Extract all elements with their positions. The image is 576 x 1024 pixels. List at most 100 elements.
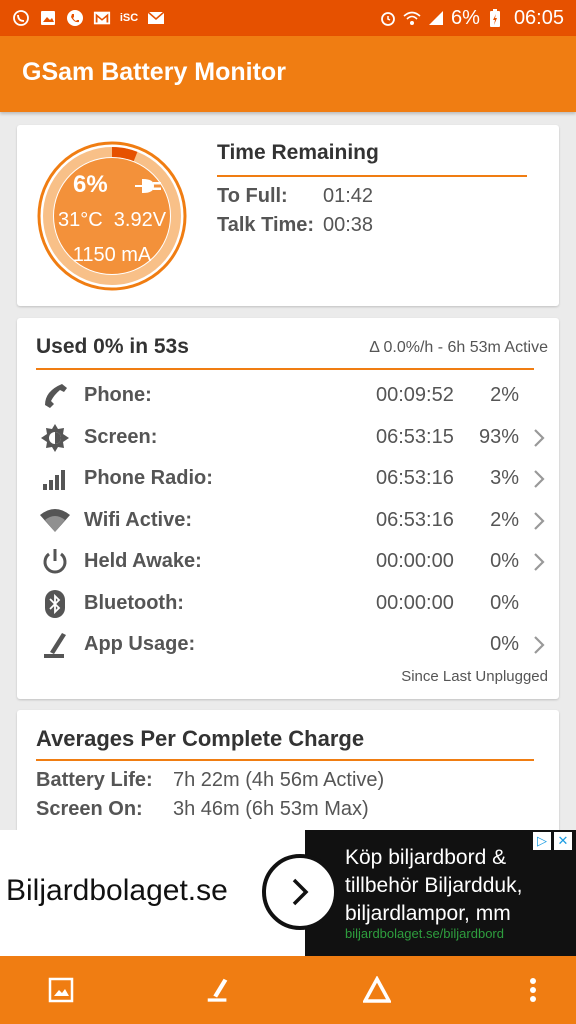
battery-percent: 6% xyxy=(451,6,480,29)
clock: 06:05 xyxy=(513,6,564,29)
usage-label: Phone Radio: xyxy=(84,467,213,489)
usage-label: Screen: xyxy=(84,426,158,448)
usage-footer: Since Last Unplugged xyxy=(401,668,548,685)
screen-on-value: 3h 46m (6h 53m Max) xyxy=(173,798,369,820)
to-full-row: To Full: 01:42 xyxy=(217,185,373,208)
usage-percent: 2% xyxy=(490,384,519,406)
time-remaining-title: Time Remaining xyxy=(217,141,379,164)
screen-on-row: Screen On: 3h 46m (6h 53m Max) xyxy=(36,798,369,821)
ad-choices-icon[interactable]: ▷ xyxy=(533,832,551,850)
usage-time: 06:53:15 xyxy=(376,426,454,448)
ad-text[interactable]: Köp biljardbord & tillbehör Biljardduk, … xyxy=(345,844,545,928)
usage-time: 06:53:16 xyxy=(376,509,454,531)
usage-row-phone[interactable]: Phone: 00:09:52 2% xyxy=(17,376,559,416)
battery-life-row: Battery Life: 7h 22m (4h 56m Active) xyxy=(36,769,384,792)
status-bar: iSC 6% 06:05 xyxy=(0,0,576,36)
gallery-icon xyxy=(39,9,57,27)
time-remaining-card[interactable]: 6% 31°C 3.92V 1150 mA Time Remaining To … xyxy=(17,125,559,306)
usage-percent: 0% xyxy=(490,592,519,614)
mail-icon xyxy=(147,9,165,27)
chevron-right-icon[interactable] xyxy=(530,468,548,490)
power-icon xyxy=(39,546,71,578)
notification-icons: iSC xyxy=(12,9,165,27)
usage-row-app-usage[interactable]: App Usage: 0% xyxy=(17,625,559,665)
phone-icon xyxy=(66,9,84,27)
usage-label: Bluetooth: xyxy=(84,592,184,614)
battery-life-label: Battery Life: xyxy=(36,769,153,791)
isc-icon: iSC xyxy=(119,12,139,24)
talk-time-label: Talk Time: xyxy=(217,214,315,236)
usage-row-wifi[interactable]: Wifi Active: 06:53:16 2% xyxy=(17,501,559,541)
signal-icon xyxy=(427,9,445,27)
gauge-voltage: 3.92V xyxy=(113,209,167,231)
usage-label: App Usage: xyxy=(84,633,196,655)
usage-card: Used 0% in 53s Δ 0.0%/h - 6h 53m Active … xyxy=(17,318,559,699)
signal-bars-icon xyxy=(39,463,71,495)
usage-percent: 93% xyxy=(478,426,519,448)
gauge-current: 1150 mA xyxy=(72,244,152,266)
usage-time: 00:09:52 xyxy=(376,384,454,406)
app-usage-button[interactable] xyxy=(202,974,234,1006)
plug-icon xyxy=(133,177,163,200)
usage-label: Phone: xyxy=(84,384,152,406)
divider xyxy=(217,175,527,177)
gauge-temp-voltage: 31°C 3.92V xyxy=(35,209,189,232)
app-usage-icon xyxy=(207,978,228,1002)
bottom-toolbar xyxy=(0,956,576,1024)
usage-time: 06:53:16 xyxy=(376,467,454,489)
usage-title: Used 0% in 53s xyxy=(36,335,189,358)
ad-open-button[interactable] xyxy=(262,854,338,930)
whatsapp-icon xyxy=(12,9,30,27)
usage-time: 00:00:00 xyxy=(376,550,454,572)
ad-close-icon[interactable]: ✕ xyxy=(554,832,572,850)
usage-delta: Δ 0.0%/h - 6h 53m Active xyxy=(369,339,548,356)
usage-row-bluetooth[interactable]: Bluetooth: 00:00:00 0% xyxy=(17,584,559,624)
chevron-right-icon[interactable] xyxy=(530,510,548,532)
more-vert-icon xyxy=(530,978,536,1002)
screen-brightness-icon xyxy=(39,422,71,454)
to-full-value: 01:42 xyxy=(323,185,374,207)
app-usage-icon xyxy=(39,629,71,661)
usage-label: Held Awake: xyxy=(84,550,202,572)
ad-brand[interactable]: Biljardbolaget.se xyxy=(6,874,228,908)
usage-percent: 3% xyxy=(490,467,519,489)
wifi-icon xyxy=(39,505,71,537)
gauge-readout: 6% 31°C 3.92V 1150 mA xyxy=(35,139,189,293)
ad-choices[interactable]: ▷ ✕ xyxy=(533,832,572,850)
to-full-label: To Full: xyxy=(217,185,288,207)
ad-banner[interactable]: Biljardbolaget.se Köp biljardbord & till… xyxy=(0,830,576,956)
usage-row-phone-radio[interactable]: Phone Radio: 06:53:16 3% xyxy=(17,459,559,499)
ad-url[interactable]: biljardbolaget.se/biljardbord xyxy=(345,926,504,941)
chevron-right-icon[interactable] xyxy=(530,551,548,573)
usage-percent: 2% xyxy=(490,509,519,531)
divider xyxy=(36,368,534,370)
battery-charging-icon xyxy=(486,9,504,27)
alarm-icon xyxy=(379,9,397,27)
phone-icon xyxy=(39,380,71,412)
wifi-icon xyxy=(403,9,421,27)
delta-button[interactable] xyxy=(361,974,393,1006)
usage-percent: 0% xyxy=(490,550,519,572)
screen-on-label: Screen On: xyxy=(36,798,143,820)
gmail-icon xyxy=(93,9,111,27)
talk-time-value: 00:38 xyxy=(323,214,374,236)
usage-row-held-awake[interactable]: Held Awake: 00:00:00 0% xyxy=(17,542,559,582)
gauge-temperature: 31°C xyxy=(57,209,103,231)
divider xyxy=(36,759,534,761)
app-bar: GSam Battery Monitor xyxy=(0,36,576,112)
bluetooth-icon xyxy=(39,588,71,620)
usage-time: 00:00:00 xyxy=(376,592,454,614)
usage-row-screen[interactable]: Screen: 06:53:15 93% xyxy=(17,418,559,458)
more-options-button[interactable] xyxy=(517,974,549,1006)
gauge-percent: 6% xyxy=(73,171,108,198)
app-title: GSam Battery Monitor xyxy=(22,58,286,86)
image-button[interactable] xyxy=(45,974,77,1006)
chevron-right-icon[interactable] xyxy=(530,427,548,449)
battery-life-value: 7h 22m (4h 56m Active) xyxy=(173,769,385,791)
talk-time-row: Talk Time: 00:38 xyxy=(217,214,373,237)
averages-title: Averages Per Complete Charge xyxy=(36,726,365,751)
chevron-right-icon[interactable] xyxy=(530,634,548,656)
averages-card: Averages Per Complete Charge Battery Lif… xyxy=(17,710,559,840)
system-status: 6% 06:05 xyxy=(379,7,564,30)
chevron-right-icon xyxy=(292,878,309,906)
